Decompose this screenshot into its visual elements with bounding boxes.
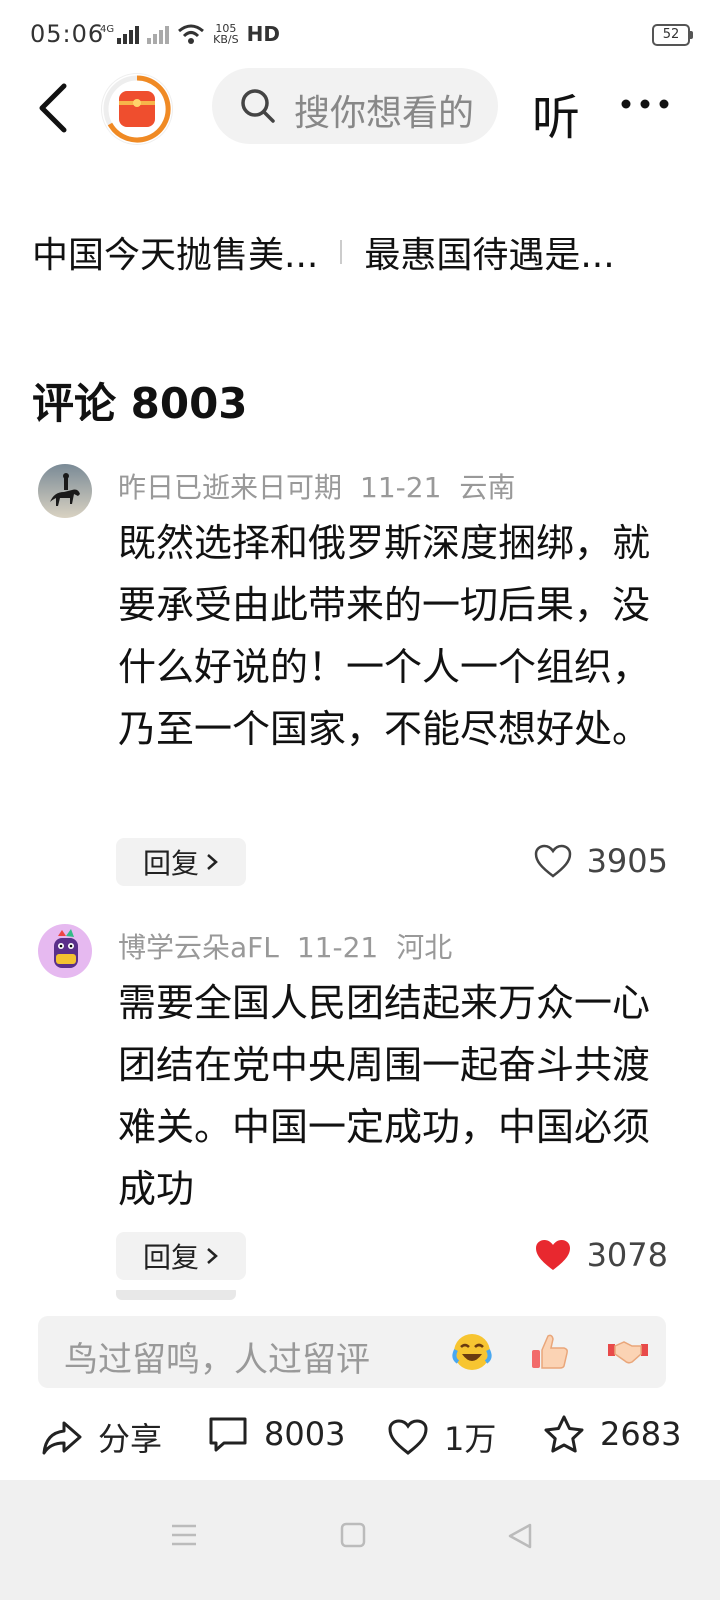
red-packet-button[interactable]: [102, 74, 172, 144]
comment-meta: 博学云朵aFL 11-21 河北: [118, 926, 470, 966]
cellular-signal-2-icon: [147, 24, 170, 44]
comment-input[interactable]: 鸟过留鸣，人过留评: [38, 1316, 666, 1388]
menu-icon[interactable]: [170, 1522, 198, 1548]
top-nav-bar: 搜你想看的 听: [0, 68, 720, 148]
search-placeholder: 搜你想看的: [294, 93, 475, 134]
handshake-icon[interactable]: [606, 1330, 650, 1374]
related-article-link[interactable]: 中国今天抛售美...: [32, 226, 318, 278]
scrolled-off-text: [30, 146, 150, 160]
like-count: 3078: [586, 1236, 668, 1274]
share-label: 分享: [98, 1420, 163, 1458]
listen-button[interactable]: 听: [532, 78, 580, 148]
red-packet-icon: [119, 91, 155, 127]
horse-rider-avatar-icon: [38, 464, 92, 518]
like-button[interactable]: 3078: [533, 1236, 668, 1274]
related-article-link[interactable]: 最惠国待遇是...: [364, 226, 614, 278]
back-arrow-icon[interactable]: [34, 82, 74, 134]
search-icon: [241, 89, 275, 123]
comment-username[interactable]: 昨日已逝来日可期: [118, 471, 342, 504]
status-time: 05:06: [30, 20, 105, 48]
status-bar: 05:06 4G 105 KB/S HD 52: [0, 0, 720, 70]
comment-location: 云南: [459, 471, 516, 504]
like-button[interactable]: 3905: [533, 842, 668, 880]
network-type-label: 4G: [100, 24, 115, 35]
avatar[interactable]: [38, 464, 92, 518]
cartoon-avatar-icon: [38, 924, 92, 978]
comment-location: 河北: [396, 931, 453, 964]
heart-filled-icon: [535, 1240, 570, 1270]
search-input[interactable]: 搜你想看的: [212, 68, 498, 144]
thumbs-up-icon[interactable]: [528, 1330, 572, 1374]
system-nav-bar: [0, 1480, 720, 1600]
home-icon[interactable]: [340, 1522, 366, 1548]
star-outline-icon: [544, 1415, 584, 1453]
reply-button[interactable]: 回复: [116, 838, 246, 886]
like-count: 3905: [586, 842, 668, 880]
bottom-action-bar: 分享 8003 1万 2683: [0, 1404, 720, 1468]
favorite-count: 2683: [600, 1415, 682, 1453]
comment-username[interactable]: 博学云朵aFL: [118, 931, 279, 964]
network-speed-unit: KB/S: [213, 33, 239, 46]
article-like-count: 1万: [444, 1420, 497, 1458]
favorite-button[interactable]: 2683: [542, 1414, 681, 1454]
heart-outline-icon: [534, 844, 571, 878]
chevron-right-icon: [207, 854, 218, 870]
share-button[interactable]: 分享: [40, 1414, 162, 1460]
reply-button[interactable]: 回复: [116, 1232, 246, 1280]
comment-text: 既然选择和俄罗斯深度捆绑，就要承受由此带来的一切后果，没什么好说的！一个人一个组…: [118, 521, 651, 751]
avatar[interactable]: [38, 924, 92, 978]
comment-date: 11-21: [296, 931, 379, 964]
comment-text: 需要全国人民团结起来万众一心团结在党中央周围一起奋斗共渡难关。中国一定成功，中国…: [118, 981, 651, 1211]
comment-count-button[interactable]: 8003: [206, 1414, 345, 1454]
cellular-signal-icon: 4G: [100, 24, 140, 44]
heart-outline-icon: [388, 1419, 428, 1455]
next-comment-stub: [116, 1290, 236, 1302]
wifi-icon: [178, 24, 205, 44]
battery-icon: 52: [652, 24, 693, 46]
reply-label: 回复: [142, 1241, 199, 1274]
laughing-crying-emoji-icon[interactable]: [450, 1330, 494, 1374]
reply-label: 回复: [142, 847, 199, 880]
hd-label: HD: [246, 22, 280, 46]
network-speed: 105 KB/S: [213, 23, 238, 45]
comment-input-placeholder: 鸟过留鸣，人过留评: [64, 1340, 370, 1380]
comments-heading: 评论 8003: [32, 379, 248, 428]
comment-count: 8003: [264, 1415, 346, 1453]
divider: [340, 240, 343, 264]
related-articles: 中国今天抛售美... 最惠国待遇是...: [32, 226, 692, 278]
back-icon[interactable]: [506, 1522, 534, 1550]
comment-meta: 昨日已逝来日可期 11-21 云南: [118, 466, 533, 506]
status-icons: 4G 105 KB/S HD: [100, 22, 280, 46]
more-icon[interactable]: [620, 98, 670, 110]
comment-icon: [209, 1417, 247, 1452]
share-icon: [42, 1421, 82, 1455]
comment-date: 11-21: [360, 471, 442, 504]
article-like-button[interactable]: 1万: [386, 1414, 496, 1460]
chevron-right-icon: [207, 1248, 218, 1264]
